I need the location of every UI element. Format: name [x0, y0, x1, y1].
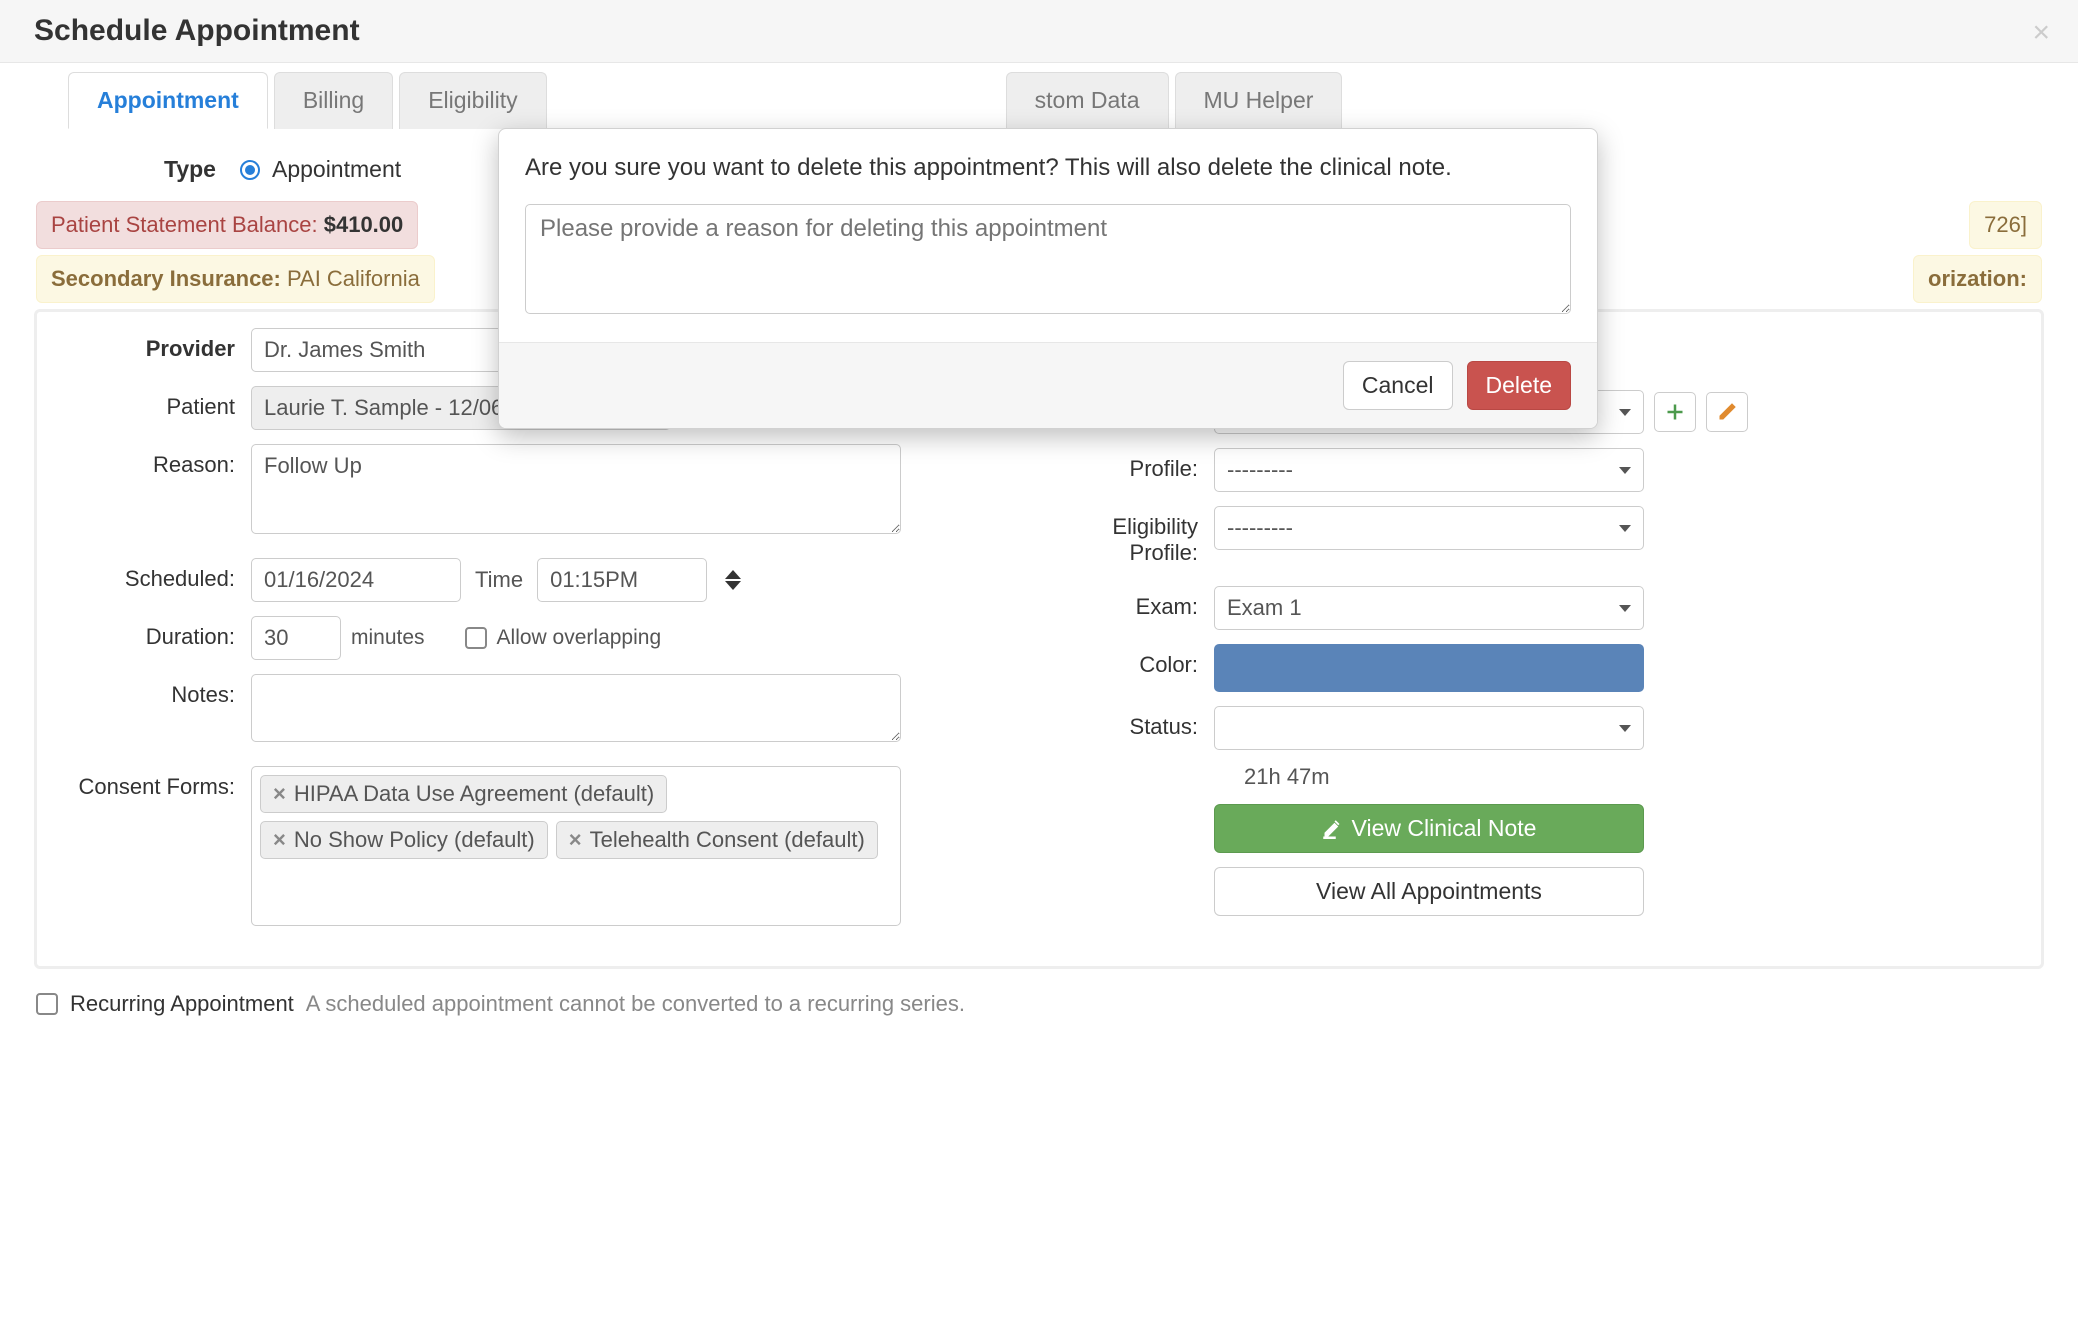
time-spin-up[interactable] — [725, 570, 741, 579]
consent-forms-box[interactable]: × HIPAA Data Use Agreement (default) × No S… — [251, 766, 901, 926]
view-all-label: View All Appointments — [1316, 878, 1542, 904]
tab-custom-data[interactable]: stom Data — [1006, 72, 1169, 129]
profile-value: --------- — [1227, 457, 1293, 483]
provider-label: Provider — [51, 328, 251, 362]
notes-textarea[interactable] — [251, 674, 901, 742]
plus-icon — [1665, 402, 1685, 422]
exam-label: Exam: — [1044, 586, 1214, 620]
balance-amount: $410.00 — [324, 212, 404, 237]
status-select[interactable] — [1214, 706, 1644, 750]
view-clinical-note-button[interactable]: View Clinical Note — [1214, 804, 1644, 853]
type-appointment-radio[interactable] — [240, 160, 260, 180]
time-label: Time — [475, 567, 523, 593]
color-swatch[interactable] — [1214, 644, 1644, 692]
pencil-icon — [1717, 402, 1737, 422]
authorization-label: orization: — [1928, 266, 2027, 291]
delete-label: Delete — [1486, 372, 1552, 398]
auth-tail: 726] — [1984, 212, 2027, 237]
elapsed-time: 21h 47m — [1244, 764, 2027, 790]
consent-tag-label: HIPAA Data Use Agreement (default) — [294, 781, 654, 807]
duration-unit: minutes — [351, 626, 425, 650]
scheduled-time-input[interactable] — [537, 558, 707, 602]
provider-value: Dr. James Smith — [264, 337, 425, 363]
eligibility-profile-value: --------- — [1227, 515, 1293, 541]
color-label: Color: — [1044, 644, 1214, 678]
remove-tag-icon[interactable]: × — [273, 781, 286, 807]
recurring-row: Recurring Appointment A scheduled appoin… — [36, 991, 2042, 1017]
time-spinner — [725, 570, 741, 590]
consent-tag: × HIPAA Data Use Agreement (default) — [260, 775, 667, 813]
tabs: Appointment Billing Eligibility x x x x … — [68, 72, 2010, 129]
chevron-down-icon — [1619, 725, 1631, 732]
balance-label: Patient Statement Balance: — [51, 212, 324, 237]
eligibility-profile-select[interactable]: --------- — [1214, 506, 1644, 550]
recurring-label: Recurring Appointment — [70, 991, 294, 1017]
chevron-down-icon — [1619, 525, 1631, 532]
allow-overlapping-label: Allow overlapping — [497, 626, 662, 650]
chevron-down-icon — [1619, 409, 1631, 416]
consent-label-text: Consent Forms: — [79, 774, 236, 799]
header-bar: Schedule Appointment × — [0, 0, 2078, 63]
spacer — [1044, 804, 1214, 812]
view-all-appointments-button[interactable]: View All Appointments — [1214, 867, 1644, 916]
duration-input[interactable] — [251, 616, 341, 660]
auth-alert-tail: 726] — [1969, 201, 2042, 249]
consent-tag: × No Show Policy (default) — [260, 821, 548, 859]
page-title: Schedule Appointment — [34, 14, 2044, 48]
delete-reason-textarea[interactable] — [525, 204, 1571, 314]
balance-alert: Patient Statement Balance: $410.00 — [36, 201, 418, 249]
tab-eligibility[interactable]: Eligibility — [399, 72, 546, 129]
duration-label: Duration: — [51, 616, 251, 650]
chevron-down-icon — [1619, 467, 1631, 474]
status-label: Status: — [1044, 706, 1214, 740]
elig-label-line1: Eligibility — [1112, 514, 1198, 539]
eligibility-profile-label: Eligibility Profile: — [1044, 506, 1214, 566]
profile-label: Profile: — [1044, 448, 1214, 482]
secondary-value: PAI California — [287, 266, 420, 291]
time-spin-down[interactable] — [725, 581, 741, 590]
scheduled-date-input[interactable] — [251, 558, 461, 602]
edit-office-button[interactable] — [1706, 392, 1748, 432]
tab-billing[interactable]: Billing — [274, 72, 393, 129]
scheduled-label: Scheduled: — [51, 558, 251, 592]
consent-tag-label: No Show Policy (default) — [294, 827, 535, 853]
delete-button[interactable]: Delete — [1467, 361, 1571, 410]
elig-label-line2: Profile: — [1130, 540, 1198, 565]
consent-tag: × Telehealth Consent (default) — [556, 821, 878, 859]
reason-textarea[interactable] — [251, 444, 901, 534]
type-appointment-label: Appointment — [272, 156, 401, 183]
add-office-button[interactable] — [1654, 392, 1696, 432]
close-icon[interactable]: × — [2032, 18, 2050, 48]
edit-note-icon — [1322, 819, 1342, 839]
cancel-label: Cancel — [1362, 372, 1434, 398]
delete-confirm-modal: Are you sure you want to delete this app… — [498, 128, 1598, 429]
exam-select[interactable]: Exam 1 — [1214, 586, 1644, 630]
modal-message: Are you sure you want to delete this app… — [525, 151, 1571, 186]
secondary-insurance-alert: Secondary Insurance: PAI California — [36, 255, 435, 303]
consent-tag-label: Telehealth Consent (default) — [590, 827, 865, 853]
authorization-alert: orization: — [1913, 255, 2042, 303]
secondary-label: Secondary Insurance: — [51, 266, 287, 291]
remove-tag-icon[interactable]: × — [569, 827, 582, 853]
recurring-hint: A scheduled appointment cannot be conver… — [306, 991, 965, 1017]
profile-select[interactable]: --------- — [1214, 448, 1644, 492]
consent-forms-label: Consent Forms: — [51, 766, 251, 800]
recurring-checkbox[interactable] — [36, 993, 58, 1015]
type-label: Type — [164, 156, 216, 183]
tab-appointment[interactable]: Appointment — [68, 72, 268, 129]
chevron-down-icon — [1619, 605, 1631, 612]
notes-label: Notes: — [51, 674, 251, 708]
exam-value: Exam 1 — [1227, 595, 1302, 621]
view-clinical-note-label: View Clinical Note — [1352, 815, 1537, 842]
allow-overlapping-checkbox[interactable] — [465, 627, 487, 649]
tab-mu-helper[interactable]: MU Helper — [1175, 72, 1343, 129]
cancel-button[interactable]: Cancel — [1343, 361, 1453, 410]
patient-label: Patient — [51, 386, 251, 420]
remove-tag-icon[interactable]: × — [273, 827, 286, 853]
reason-label: Reason: — [51, 444, 251, 478]
